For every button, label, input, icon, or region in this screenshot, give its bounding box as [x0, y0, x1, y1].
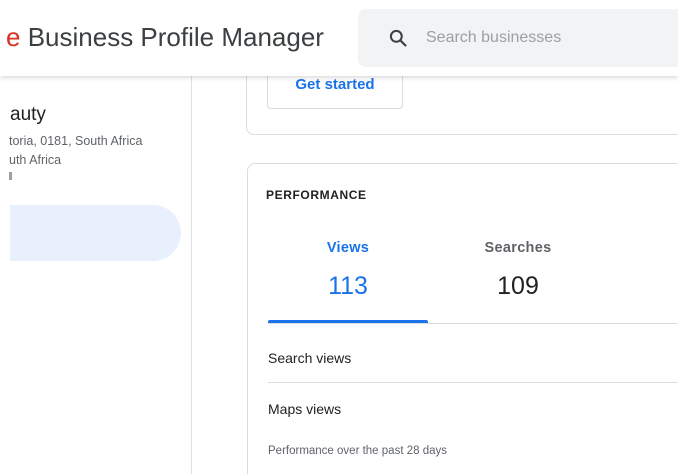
search-views-row: Search views [268, 350, 352, 366]
tab-searches[interactable]: Searches 109 [438, 234, 598, 324]
tab-views-label: Views [326, 240, 370, 256]
sidebar: auty toria, 0181, South Africa uth Afric… [0, 76, 192, 474]
tab-views-count: 113 [328, 272, 368, 300]
search-icon[interactable] [388, 28, 408, 48]
business-address: toria, 0181, South Africa [9, 134, 143, 148]
performance-card: PERFORMANCE Views 113 Searches 109 Searc… [247, 163, 678, 474]
app-title: e Business Profile Manager [6, 22, 324, 53]
tab-views[interactable]: Views 113 [268, 234, 428, 324]
tab-searches-label: Searches [484, 240, 552, 256]
app-title-prefix: e [6, 22, 21, 52]
search-input[interactable] [426, 26, 666, 50]
tabs-divider [268, 323, 678, 324]
performance-footnote: Performance over the past 28 days [268, 445, 447, 457]
performance-title: PERFORMANCE [266, 188, 367, 202]
selected-tab-indicator [268, 320, 428, 323]
sidebar-selected-item[interactable] [10, 205, 181, 261]
business-name: auty [10, 104, 46, 125]
tab-searches-count: 109 [497, 272, 539, 300]
business-profile-manager-page: e Business Profile Manager auty toria, 0… [0, 0, 678, 474]
business-info-fragment [9, 172, 12, 180]
maps-views-row: Maps views [268, 401, 342, 417]
app-title-text: Business Profile Manager [20, 22, 324, 52]
app-header: e Business Profile Manager [0, 0, 678, 76]
business-country: uth Africa [9, 153, 62, 167]
row-divider [268, 382, 678, 383]
search-box[interactable] [358, 9, 678, 67]
